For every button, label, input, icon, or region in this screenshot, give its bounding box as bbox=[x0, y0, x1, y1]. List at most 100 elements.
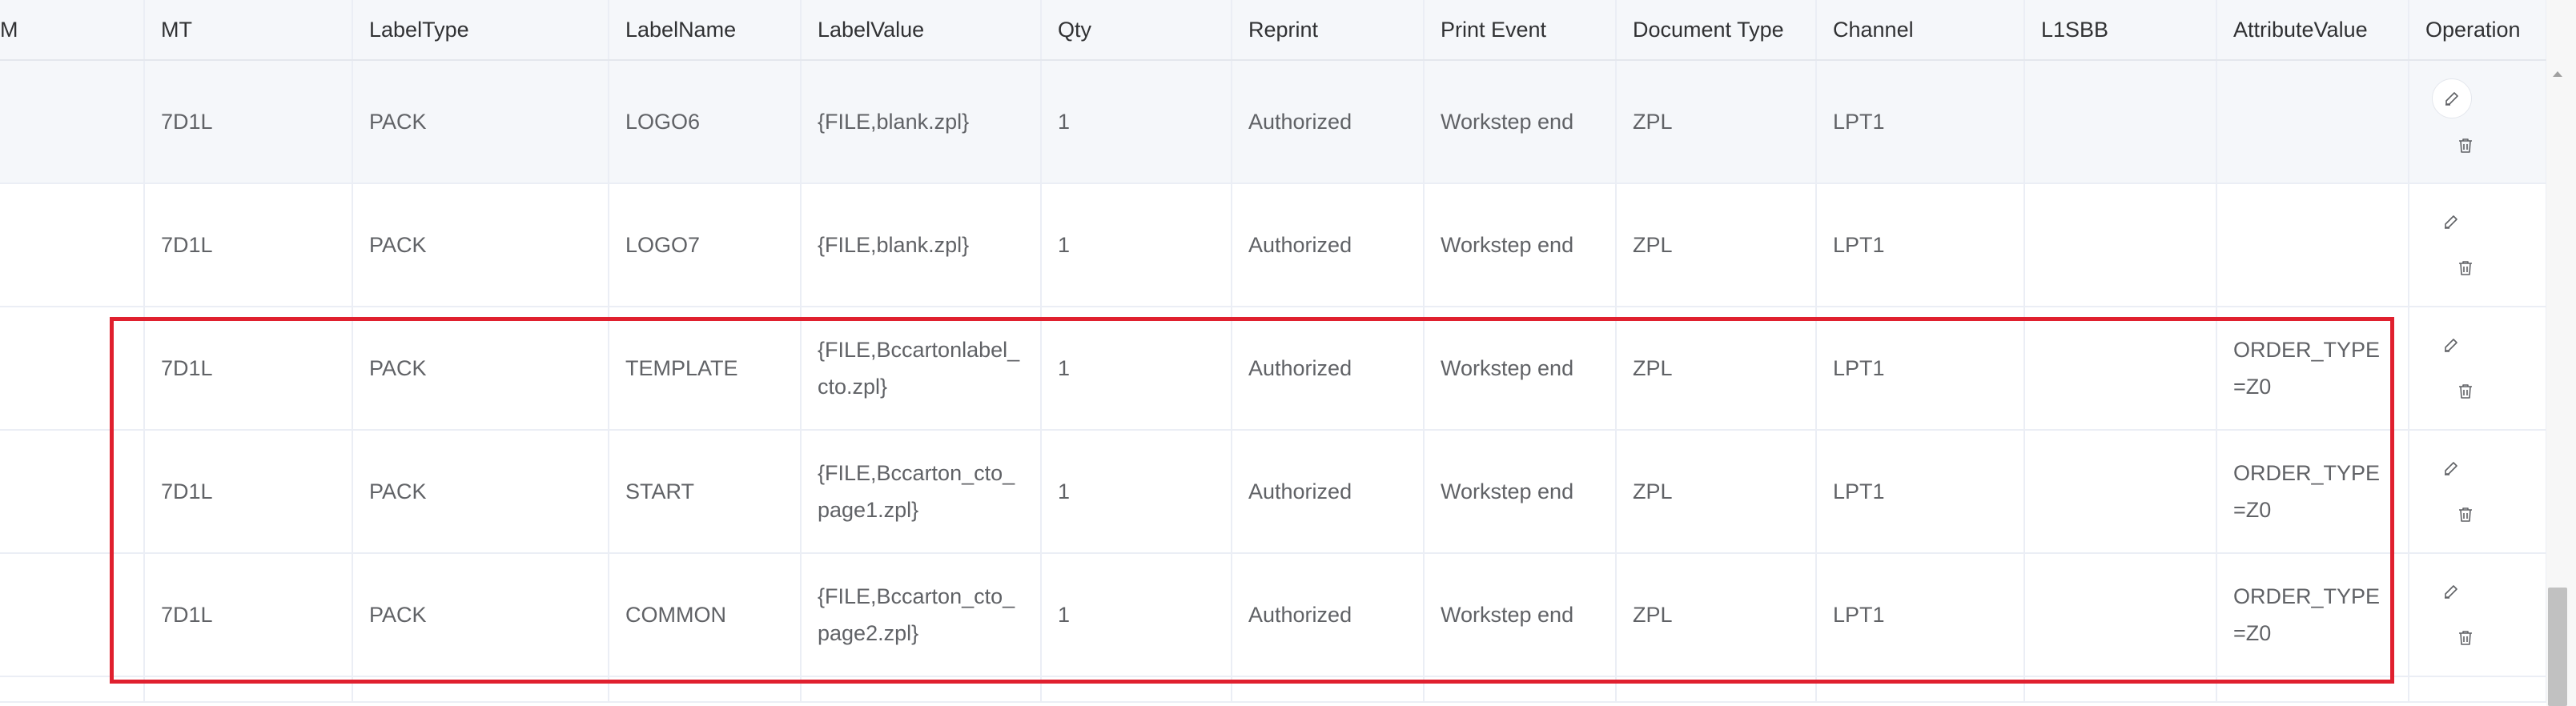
table-viewport: M MT LabelType LabelName LabelValue Qty … bbox=[0, 0, 2546, 706]
cell-attribute-value: ORDER_TYPE=Z0 bbox=[2216, 553, 2409, 677]
cell-mt: 7D1L bbox=[144, 307, 353, 431]
col-header-print-event[interactable]: Print Event bbox=[1424, 0, 1617, 61]
cell-label-value: {FILE,blank.zpl} bbox=[801, 60, 1042, 184]
cell-label-value: {FILE,Bccarton_cto_page2.zpl} bbox=[801, 553, 1042, 677]
cell-label-name: LOGO6 bbox=[609, 60, 802, 184]
cell-label-value: {FILE,Bccartonlabel_cto.zpl} bbox=[801, 307, 1042, 431]
cell-reprint: Authorized bbox=[1232, 60, 1425, 184]
col-header-label-name[interactable]: LabelName bbox=[609, 0, 802, 61]
cell-mt: 7D1L bbox=[144, 553, 353, 677]
delete-button[interactable] bbox=[2446, 495, 2485, 534]
cell-operation bbox=[2409, 307, 2546, 431]
row-actions bbox=[2425, 326, 2530, 411]
cell-print-event: Workstep end bbox=[1424, 430, 1617, 554]
cell-operation bbox=[2409, 430, 2546, 554]
col-header-document-type[interactable]: Document Type bbox=[1616, 0, 1817, 61]
delete-button[interactable] bbox=[2446, 372, 2485, 411]
delete-button[interactable] bbox=[2446, 619, 2485, 657]
delete-button[interactable] bbox=[2446, 249, 2485, 287]
cell-document-type: ZPL bbox=[1616, 183, 1817, 307]
cell-attribute-value: ORDER_TYPE=Z0 bbox=[2216, 430, 2409, 554]
col-header-qty[interactable]: Qty bbox=[1041, 0, 1232, 61]
cell-label-type: PACK bbox=[352, 183, 609, 307]
cell-label-type: PACK bbox=[352, 430, 609, 554]
cell-channel: LPT1 bbox=[1816, 307, 2025, 431]
trash-icon bbox=[2459, 138, 2472, 153]
cell-document-type: ZPL bbox=[1616, 553, 1817, 677]
cell-l1sbb bbox=[2024, 183, 2217, 307]
cell-m bbox=[0, 307, 145, 431]
edit-pencil-icon bbox=[2445, 215, 2457, 229]
row-actions bbox=[2425, 572, 2530, 657]
edit-button[interactable] bbox=[2432, 203, 2470, 241]
cell-l1sbb bbox=[2024, 307, 2217, 431]
cell-reprint: Authorized bbox=[1232, 430, 1425, 554]
cell-channel: LPT1 bbox=[1816, 60, 2025, 184]
col-header-m[interactable]: M bbox=[0, 0, 145, 61]
cell-channel: LPT1 bbox=[1816, 430, 2025, 554]
cell-operation bbox=[2409, 553, 2546, 677]
row-actions bbox=[2425, 78, 2530, 165]
cell-label-type: PACK bbox=[352, 553, 609, 677]
table-row[interactable]: 7D1L PACK LOGO6 {FILE,blank.zpl} 1 Autho… bbox=[0, 60, 2546, 184]
trash-icon bbox=[2459, 261, 2472, 275]
cell-reprint: Authorized bbox=[1232, 553, 1425, 677]
cell-m bbox=[0, 553, 145, 677]
cell-l1sbb bbox=[2024, 553, 2217, 677]
col-header-channel[interactable]: Channel bbox=[1816, 0, 2025, 61]
edit-pencil-icon bbox=[2445, 92, 2458, 106]
cell-operation bbox=[2409, 60, 2546, 184]
row-actions bbox=[2425, 449, 2530, 534]
col-header-reprint[interactable]: Reprint bbox=[1232, 0, 1425, 61]
cell-label-name: LOGO7 bbox=[609, 183, 802, 307]
edit-pencil-icon bbox=[2445, 585, 2457, 599]
edit-pencil-icon bbox=[2445, 462, 2457, 475]
trash-icon bbox=[2459, 384, 2472, 399]
col-header-label-value[interactable]: LabelValue bbox=[801, 0, 1042, 61]
cell-attribute-value: ORDER_TYPE=Z0 bbox=[2216, 307, 2409, 431]
cell-qty: 1 bbox=[1041, 553, 1232, 677]
vertical-scrollbar-thumb[interactable] bbox=[2548, 588, 2567, 706]
table-row[interactable]: 7D1L PACK START {FILE,Bccarton_cto_page1… bbox=[0, 430, 2546, 554]
table-row-partial bbox=[0, 676, 2546, 703]
cell-document-type: ZPL bbox=[1616, 430, 1817, 554]
table-row[interactable]: 7D1L PACK TEMPLATE {FILE,Bccartonlabel_c… bbox=[0, 307, 2546, 431]
cell-mt: 7D1L bbox=[144, 183, 353, 307]
cell-qty: 1 bbox=[1041, 430, 1232, 554]
cell-m bbox=[0, 60, 145, 184]
col-header-attribute-value[interactable]: AttributeValue bbox=[2216, 0, 2409, 61]
edit-button[interactable] bbox=[2432, 78, 2472, 118]
row-actions bbox=[2425, 203, 2530, 287]
cell-l1sbb bbox=[2024, 60, 2217, 184]
cell-m bbox=[0, 430, 145, 554]
trash-icon bbox=[2459, 631, 2472, 645]
cell-reprint: Authorized bbox=[1232, 183, 1425, 307]
table-row[interactable]: 7D1L PACK COMMON {FILE,Bccarton_cto_page… bbox=[0, 553, 2546, 677]
cell-qty: 1 bbox=[1041, 307, 1232, 431]
cell-l1sbb bbox=[2024, 430, 2217, 554]
edit-button[interactable] bbox=[2432, 449, 2470, 487]
col-header-l1sbb[interactable]: L1SBB bbox=[2024, 0, 2217, 61]
edit-pencil-icon bbox=[2445, 339, 2457, 352]
cell-label-type: PACK bbox=[352, 60, 609, 184]
table-row[interactable]: 7D1L PACK LOGO7 {FILE,blank.zpl} 1 Autho… bbox=[0, 183, 2546, 307]
cell-attribute-value bbox=[2216, 60, 2409, 184]
scroll-up-arrow-icon[interactable] bbox=[2548, 66, 2567, 82]
cell-label-value: {FILE,blank.zpl} bbox=[801, 183, 1042, 307]
col-header-mt[interactable]: MT bbox=[144, 0, 353, 61]
edit-button[interactable] bbox=[2432, 326, 2470, 364]
cell-label-name: TEMPLATE bbox=[609, 307, 802, 431]
col-header-operation: Operation bbox=[2409, 0, 2546, 61]
cell-document-type: ZPL bbox=[1616, 60, 1817, 184]
cell-print-event: Workstep end bbox=[1424, 553, 1617, 677]
trash-icon bbox=[2459, 507, 2472, 522]
col-header-label-type[interactable]: LabelType bbox=[352, 0, 609, 61]
delete-button[interactable] bbox=[2446, 126, 2485, 165]
cell-print-event: Workstep end bbox=[1424, 307, 1617, 431]
edit-button[interactable] bbox=[2432, 572, 2470, 611]
cell-print-event: Workstep end bbox=[1424, 183, 1617, 307]
cell-attribute-value bbox=[2216, 183, 2409, 307]
cell-channel: LPT1 bbox=[1816, 553, 2025, 677]
cell-m bbox=[0, 183, 145, 307]
cell-channel: LPT1 bbox=[1816, 183, 2025, 307]
